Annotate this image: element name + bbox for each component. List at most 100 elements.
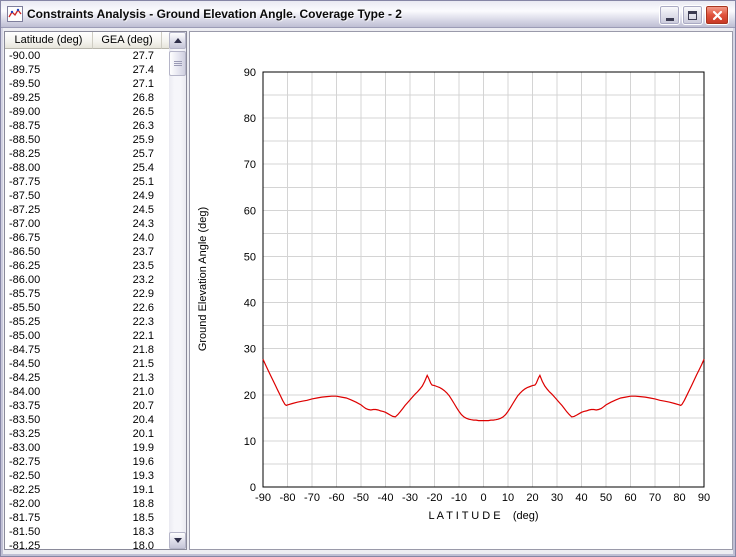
table-row[interactable]: -88.75 26.3 xyxy=(5,119,169,133)
table-row[interactable]: -85.50 22.6 xyxy=(5,301,169,315)
cell-latitude: -82.50 xyxy=(9,470,41,482)
cell-latitude: -87.25 xyxy=(9,204,41,216)
table-row[interactable]: -87.50 24.9 xyxy=(5,189,169,203)
table-row[interactable]: -88.25 25.7 xyxy=(5,147,169,161)
close-button[interactable] xyxy=(705,5,729,25)
cell-gea: 22.9 xyxy=(132,288,154,300)
table-row[interactable]: -86.50 23.7 xyxy=(5,245,169,259)
cell-latitude: -89.25 xyxy=(9,92,41,104)
cell-gea: 20.4 xyxy=(132,414,154,426)
table-row[interactable]: -86.25 23.5 xyxy=(5,259,169,273)
cell-latitude: -90.00 xyxy=(9,50,41,62)
cell-gea: 26.8 xyxy=(132,92,154,104)
window-title: Constraints Analysis - Ground Elevation … xyxy=(27,7,402,21)
table-row[interactable]: -82.25 19.1 xyxy=(5,483,169,497)
table-row[interactable]: -85.00 22.1 xyxy=(5,329,169,343)
table-row[interactable]: -87.00 24.3 xyxy=(5,217,169,231)
x-tick-label: -80 xyxy=(280,492,296,504)
table-row[interactable]: -89.25 26.8 xyxy=(5,91,169,105)
cell-latitude: -87.75 xyxy=(9,176,41,188)
table-row[interactable]: -86.00 23.2 xyxy=(5,273,169,287)
cell-gea: 22.1 xyxy=(132,330,154,342)
cell-gea: 22.6 xyxy=(132,302,154,314)
scrollbar-thumb[interactable] xyxy=(169,51,186,76)
table-row[interactable]: -82.75 19.6 xyxy=(5,455,169,469)
close-icon xyxy=(712,10,722,20)
table-row[interactable]: -86.75 24.0 xyxy=(5,231,169,245)
app-icon[interactable] xyxy=(7,6,23,22)
table-row[interactable]: -89.75 27.4 xyxy=(5,63,169,77)
x-tick-label: 80 xyxy=(673,492,685,504)
maximize-button[interactable] xyxy=(682,5,703,25)
table-row[interactable]: -83.50 20.4 xyxy=(5,413,169,427)
cell-gea: 24.3 xyxy=(132,218,154,230)
cell-latitude: -85.50 xyxy=(9,302,41,314)
cell-latitude: -86.50 xyxy=(9,246,41,258)
cell-gea: 25.4 xyxy=(132,162,154,174)
chevron-up-icon xyxy=(173,38,182,43)
table-row[interactable]: -81.50 18.3 xyxy=(5,525,169,539)
y-tick-label: 80 xyxy=(244,113,256,125)
y-tick-label: 90 xyxy=(244,67,256,79)
table-row[interactable]: -88.50 25.9 xyxy=(5,133,169,147)
table-row[interactable]: -84.25 21.3 xyxy=(5,371,169,385)
cell-latitude: -87.00 xyxy=(9,218,41,230)
cell-latitude: -86.25 xyxy=(9,260,41,272)
column-header-gea[interactable]: GEA (deg) xyxy=(93,32,162,49)
table-row[interactable]: -81.25 18.0 xyxy=(5,539,169,549)
cell-gea: 26.5 xyxy=(132,106,154,118)
data-table-panel: Latitude (deg) GEA (deg) -90.00 27.7 -89.7… xyxy=(4,31,187,550)
cell-gea: 27.4 xyxy=(132,64,154,76)
table-row[interactable]: -83.00 19.9 xyxy=(5,441,169,455)
minimize-icon xyxy=(665,18,674,21)
table-row[interactable]: -82.00 18.8 xyxy=(5,497,169,511)
table-row[interactable]: -82.50 19.3 xyxy=(5,469,169,483)
y-tick-label: 60 xyxy=(244,205,256,217)
table-row[interactable]: -89.00 26.5 xyxy=(5,105,169,119)
table-row[interactable]: -87.75 25.1 xyxy=(5,175,169,189)
cell-latitude: -81.25 xyxy=(9,540,41,549)
y-tick-label: 50 xyxy=(244,251,256,263)
table-row[interactable]: -88.00 25.4 xyxy=(5,161,169,175)
cell-latitude: -88.75 xyxy=(9,120,41,132)
titlebar[interactable]: Constraints Analysis - Ground Elevation … xyxy=(1,1,735,28)
table-row[interactable]: -81.75 18.5 xyxy=(5,511,169,525)
x-tick-label: -60 xyxy=(329,492,345,504)
y-tick-label: 70 xyxy=(244,159,256,171)
x-tick-label: 30 xyxy=(551,492,563,504)
cell-gea: 18.5 xyxy=(132,512,154,524)
table-row[interactable]: -84.00 21.0 xyxy=(5,385,169,399)
table-row[interactable]: -89.50 27.1 xyxy=(5,77,169,91)
cell-latitude: -83.50 xyxy=(9,414,41,426)
table-row[interactable]: -87.25 24.5 xyxy=(5,203,169,217)
x-tick-label: -10 xyxy=(451,492,467,504)
cell-gea: 25.9 xyxy=(132,134,154,146)
cell-gea: 22.3 xyxy=(132,316,154,328)
table-row[interactable]: -83.75 20.7 xyxy=(5,399,169,413)
table-row[interactable]: -84.75 21.8 xyxy=(5,343,169,357)
y-tick-label: 20 xyxy=(244,390,256,402)
table-row[interactable]: -84.50 21.5 xyxy=(5,357,169,371)
cell-latitude: -88.00 xyxy=(9,162,41,174)
scroll-up-button[interactable] xyxy=(169,32,186,49)
cell-gea: 21.3 xyxy=(132,372,154,384)
table-row[interactable]: -90.00 27.7 xyxy=(5,49,169,63)
cell-latitude: -84.50 xyxy=(9,358,41,370)
table-row[interactable]: -85.25 22.3 xyxy=(5,315,169,329)
cell-latitude: -82.00 xyxy=(9,498,41,510)
x-tick-label: 60 xyxy=(624,492,636,504)
x-tick-label: -50 xyxy=(353,492,369,504)
cell-latitude: -83.00 xyxy=(9,442,41,454)
x-tick-label: -30 xyxy=(402,492,418,504)
cell-gea: 21.8 xyxy=(132,344,154,356)
cell-latitude: -85.00 xyxy=(9,330,41,342)
column-header-latitude[interactable]: Latitude (deg) xyxy=(5,32,93,49)
x-tick-label: 70 xyxy=(649,492,661,504)
table-row[interactable]: -83.25 20.1 xyxy=(5,427,169,441)
cell-gea: 24.0 xyxy=(132,232,154,244)
vertical-scrollbar[interactable] xyxy=(169,32,186,549)
scroll-down-button[interactable] xyxy=(169,532,186,549)
x-tick-label: 10 xyxy=(502,492,514,504)
minimize-button[interactable] xyxy=(659,5,680,25)
table-row[interactable]: -85.75 22.9 xyxy=(5,287,169,301)
